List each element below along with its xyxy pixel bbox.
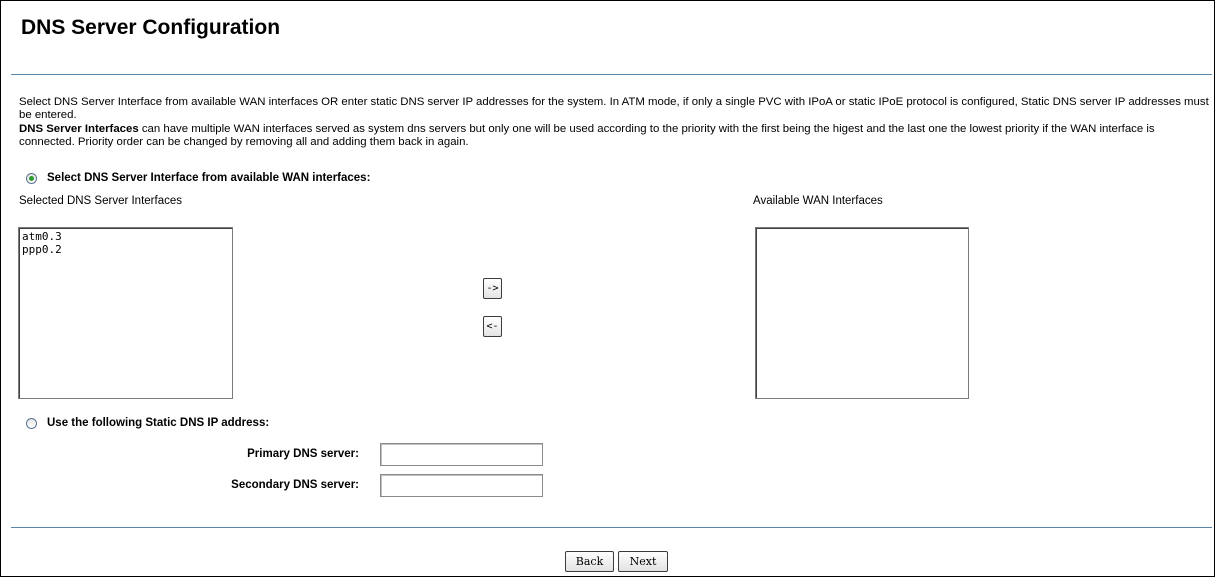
move-left-button[interactable]: <- [483, 316, 502, 337]
selected-interfaces-label: Selected DNS Server Interfaces [19, 195, 182, 207]
primary-dns-input[interactable] [380, 443, 543, 466]
static-option-label: Use the following Static DNS IP address: [47, 417, 270, 429]
available-interfaces-label: Available WAN Interfaces [753, 195, 883, 207]
interface-option-row: Select DNS Server Interface from availab… [26, 172, 370, 184]
description-line1: Select DNS Server Interface from availab… [19, 96, 1209, 122]
primary-dns-label: Primary DNS server: [247, 448, 359, 460]
static-option-row: Use the following Static DNS IP address: [26, 417, 269, 429]
list-item[interactable]: atm0.3 [22, 230, 232, 244]
list-item[interactable]: ppp0.2 [22, 243, 232, 257]
interface-option-radio[interactable] [26, 172, 37, 184]
selected-interfaces-listbox[interactable]: atm0.3 ppp0.2 [18, 227, 233, 399]
page-title: DNS Server Configuration [21, 16, 281, 39]
radio-selected-dot [29, 175, 34, 181]
static-option-radio[interactable] [26, 417, 37, 429]
bottom-divider [11, 527, 1212, 528]
interface-option-label: Select DNS Server Interface from availab… [47, 172, 371, 184]
move-right-button[interactable]: -> [483, 278, 502, 299]
description-line2: can have multiple WAN interfaces served … [19, 122, 1155, 148]
description: Select DNS Server Interface from availab… [19, 96, 1209, 149]
available-interfaces-listbox[interactable] [755, 227, 969, 399]
secondary-dns-input[interactable] [380, 474, 543, 497]
secondary-dns-label: Secondary DNS server: [231, 479, 359, 491]
dns-config-page: DNS Server Configuration Select DNS Serv… [0, 0, 1215, 577]
description-bold-term: DNS Server Interfaces [19, 122, 139, 135]
top-divider [11, 74, 1212, 75]
next-button[interactable]: Next [618, 551, 668, 572]
back-button[interactable]: Back [565, 551, 614, 572]
